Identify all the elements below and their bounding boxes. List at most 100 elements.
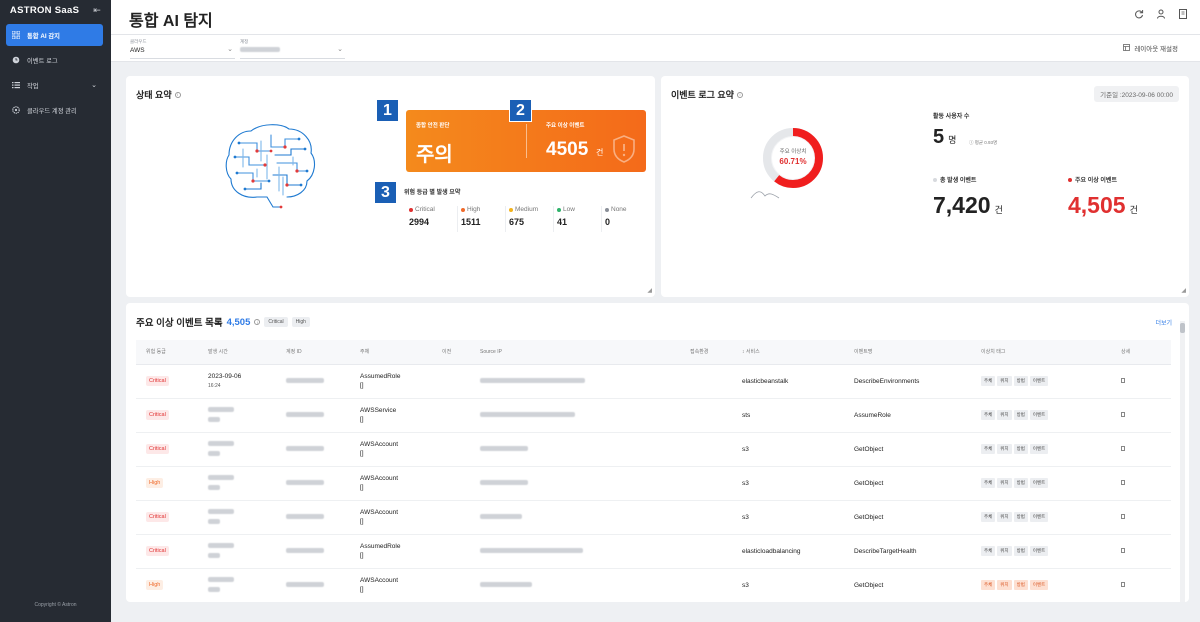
table-row[interactable]: Critical 2023-09-06 16:24 AssumedRole [] e… <box>136 364 1171 399</box>
anomaly-tag: 위치 <box>997 376 1012 386</box>
event-time-redacted <box>208 440 276 458</box>
column-header[interactable]: 위험 등급 <box>136 340 198 365</box>
previous-cell <box>432 398 470 433</box>
risk-level-badge: Critical <box>146 546 169 556</box>
none-dot-icon <box>605 207 609 212</box>
anomaly-tag: 이벤트 <box>1029 478 1049 488</box>
source-ip-cell <box>470 466 680 501</box>
major-anomaly-events-unit: 건 <box>1129 205 1138 215</box>
manual-icon[interactable] <box>1178 9 1188 19</box>
header: 통합 AI 탐지 <box>111 0 1200 35</box>
collapse-sidebar-icon[interactable]: ⇤ <box>93 5 101 16</box>
cloud-select[interactable]: 클라우드 AWS ⌄ <box>130 39 235 59</box>
status-summary-title-text: 상태 요약 <box>136 90 172 100</box>
layout-reset-button[interactable]: 레이아웃 재설정 <box>1123 43 1178 53</box>
column-header[interactable]: 접속환경 <box>680 340 732 365</box>
account-select[interactable]: 계정 ⌄ <box>240 39 345 59</box>
actor-detail: [] <box>360 586 364 593</box>
filter-chip-critical[interactable]: Critical <box>264 317 288 327</box>
table-row[interactable]: Critical AWSAccount [] s3 GetObject 주체 위치 방… <box>136 432 1171 467</box>
status-summary-card: 상태 요약 i 종합 안전 판단 주의 주요 이상 이벤트 4505 건 1 2… <box>126 76 655 297</box>
active-users-label: 활동 사용자 수 <box>933 114 970 120</box>
service-cell: s3 <box>732 466 844 501</box>
anomaly-tag: 위치 <box>997 478 1012 488</box>
resize-handle-icon[interactable]: ◢ <box>647 287 652 294</box>
donut-center-percent: 60.71% <box>779 157 807 166</box>
total-events-label: 총 발생 이벤트 <box>933 175 976 184</box>
detail-document-icon[interactable] <box>1121 479 1125 485</box>
event-time-detail: 16:24 <box>208 383 221 389</box>
overall-safety-label: 종합 안전 판단 <box>416 123 450 129</box>
risk-level-summary: Critical 2994 High 1511 Medium 675 Low 4… <box>409 206 649 232</box>
brand: ASTRON SaaS ⇤ <box>0 0 111 18</box>
anomaly-tags-cell: 주체 위치 방법 이벤트 <box>971 568 1111 602</box>
actor-detail: [] <box>360 484 364 491</box>
detail-cell <box>1111 500 1171 535</box>
refresh-icon[interactable] <box>1134 9 1144 19</box>
detail-document-icon[interactable] <box>1121 513 1125 519</box>
resize-handle-icon[interactable]: ◢ <box>1181 287 1186 294</box>
event-name-cell: GetObject <box>844 568 971 602</box>
actor-type: AWSAccount <box>360 441 399 448</box>
table-row[interactable]: Critical AWSService [] sts AssumeRole 주체 위… <box>136 398 1171 433</box>
column-header[interactable]: 발생 시간 <box>198 340 276 365</box>
event-log-summary-title-text: 이벤트 로그 요약 <box>671 90 734 100</box>
table-row[interactable]: Critical AWSAccount [] s3 GetObject 주체 위치 방… <box>136 500 1171 535</box>
anomaly-tag: 방법 <box>1013 580 1028 590</box>
sidebar-item-event-log[interactable]: 이벤트 로그 <box>6 49 103 71</box>
scrollbar-thumb[interactable] <box>1180 323 1185 333</box>
info-icon[interactable]: i <box>174 91 181 98</box>
anomaly-tag: 방법 <box>1013 546 1028 556</box>
environment-cell <box>680 466 732 501</box>
column-header[interactable]: Source IP <box>470 340 680 365</box>
sidebar-item-tasks[interactable]: 작업 ⌄ <box>6 74 103 96</box>
info-icon[interactable]: i <box>254 319 261 325</box>
major-anomaly-value: 4505 <box>546 139 589 160</box>
actor-detail: [] <box>360 518 364 525</box>
column-header[interactable]: 상세 <box>1111 340 1171 365</box>
detail-document-icon[interactable] <box>1121 377 1125 383</box>
table-row[interactable]: Critical AssumedRole [] elasticloadbalanc… <box>136 534 1171 569</box>
anomaly-tag: 방법 <box>1013 376 1028 386</box>
anomaly-list-card: 주요 이상 이벤트 목록 4,505 i Critical High 더보기 위… <box>126 303 1189 602</box>
source-ip-cell <box>470 568 680 602</box>
major-anomaly-events-number: 4,505 <box>1068 192 1126 218</box>
time-cell <box>198 398 276 433</box>
event-time-redacted <box>208 576 276 594</box>
anomaly-tag: 위치 <box>997 580 1012 590</box>
column-header[interactable]: 이벤트명 <box>844 340 971 365</box>
sidebar-item-ai-detection[interactable]: 통합 AI 감지 <box>6 24 103 46</box>
risk-label: High <box>467 206 481 213</box>
detail-document-icon[interactable] <box>1121 411 1125 417</box>
filter-chip-high[interactable]: High <box>291 317 310 327</box>
service-cell: s3 <box>732 500 844 535</box>
anomaly-list-title: 주요 이상 이벤트 목록 4,505 i Critical High <box>136 315 310 329</box>
column-header[interactable]: 이상치 태그 <box>971 340 1111 365</box>
environment-cell <box>680 534 732 569</box>
event-time-redacted <box>208 406 276 424</box>
user-icon[interactable] <box>1156 9 1166 19</box>
chevron-down-icon: ⌄ <box>91 82 97 89</box>
table-row[interactable]: High AWSAccount [] s3 GetObject 주체 위치 방법 이벤트 <box>136 466 1171 501</box>
event-time-redacted <box>208 508 276 526</box>
risk-level-cell: Critical <box>136 398 198 433</box>
detail-document-icon[interactable] <box>1121 581 1125 587</box>
sidebar-item-cloud-accounts[interactable]: 클라우드 계정 관리 <box>6 99 103 121</box>
avg-users-note: ⓘ 평균 0.93명 <box>969 140 998 145</box>
column-header[interactable]: 주체 <box>350 340 432 365</box>
more-link[interactable]: 더보기 <box>1155 318 1172 327</box>
risk-label: None <box>611 206 627 213</box>
info-icon[interactable]: i <box>736 91 743 98</box>
scrollbar[interactable] <box>1180 321 1185 602</box>
detail-document-icon[interactable] <box>1121 445 1125 451</box>
column-header[interactable]: ↕ 서비스 <box>732 340 844 365</box>
detail-document-icon[interactable] <box>1121 547 1125 553</box>
environment-cell <box>680 568 732 602</box>
actor-cell: AWSAccount [] <box>350 568 432 602</box>
risk-level-cell: Critical <box>136 534 198 569</box>
service-cell: sts <box>732 398 844 433</box>
column-header[interactable]: 이전 <box>432 340 470 365</box>
risk-level-cell: High <box>136 568 198 602</box>
table-row[interactable]: High AWSAccount [] s3 GetObject 주체 위치 방법 이벤트 <box>136 568 1171 602</box>
column-header[interactable]: 계정 ID <box>276 340 350 365</box>
